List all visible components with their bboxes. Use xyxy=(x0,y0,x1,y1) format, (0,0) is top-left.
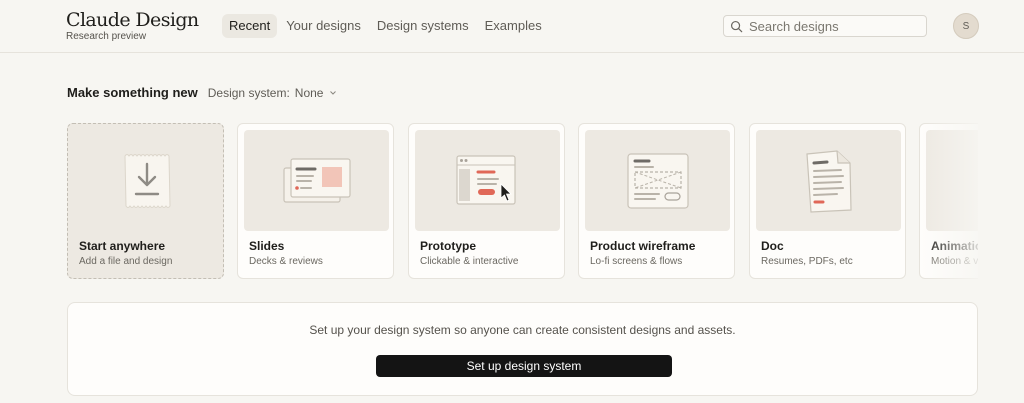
search-icon xyxy=(730,20,743,32)
design-system-label: Design system: xyxy=(207,85,290,100)
card-subtitle: Clickable & interactive xyxy=(420,256,519,267)
card-doc[interactable]: Doc Resumes, PDFs, etc xyxy=(749,123,906,279)
card-title: Animation xyxy=(931,239,978,253)
card-subtitle: Motion & video xyxy=(931,256,978,267)
design-system-dropdown[interactable]: Design system: None xyxy=(208,86,338,100)
animation-icon xyxy=(969,151,979,211)
card-subtitle: Lo-fi screens & flows xyxy=(590,256,683,267)
tab-recent[interactable]: Recent xyxy=(222,14,278,38)
design-system-setup-panel: Set up your design system so anyone can … xyxy=(67,302,978,396)
card-thumbnail xyxy=(756,130,901,231)
card-thumbnail xyxy=(585,130,730,231)
wireframe-icon xyxy=(626,152,689,209)
prototype-icon xyxy=(455,154,516,205)
card-title: Doc xyxy=(761,239,784,253)
avatar[interactable]: S xyxy=(953,13,979,39)
design-system-value: None xyxy=(294,85,324,100)
app-subtitle: Research preview xyxy=(66,31,147,42)
tab-your-designs[interactable]: Your designs xyxy=(279,14,368,38)
setup-message: Set up your design system so anyone can … xyxy=(309,323,736,337)
card-title: Slides xyxy=(249,239,285,253)
card-product-wireframe[interactable]: Product wireframe Lo-fi screens & flows xyxy=(578,123,735,279)
card-thumbnail xyxy=(244,130,389,231)
tab-design-systems[interactable]: Design systems xyxy=(370,14,476,38)
card-subtitle: Decks & reviews xyxy=(249,256,323,267)
tab-examples[interactable]: Examples xyxy=(478,14,549,38)
section-title: Make something new xyxy=(67,85,198,100)
card-title: Product wireframe xyxy=(590,239,696,253)
card-thumbnail xyxy=(74,130,219,231)
card-subtitle: Add a file and design xyxy=(79,256,173,267)
card-animation[interactable]: Animation Motion & video xyxy=(919,123,978,279)
top-bar: Claude Design Research preview Recent Yo… xyxy=(0,0,1024,53)
logo[interactable]: Claude Design Research preview xyxy=(66,9,199,43)
template-cards: Start anywhere Add a file and design Sli… xyxy=(0,123,978,280)
slides-icon xyxy=(282,157,351,203)
card-title: Start anywhere xyxy=(79,239,166,253)
app-title: Claude Design xyxy=(66,9,199,31)
card-prototype[interactable]: Prototype Clickable & interactive xyxy=(408,123,565,279)
search-box[interactable] xyxy=(723,15,927,37)
card-title: Prototype xyxy=(420,239,477,253)
card-thumbnail xyxy=(415,130,560,231)
card-start-anywhere[interactable]: Start anywhere Add a file and design xyxy=(67,123,224,279)
doc-icon xyxy=(805,149,852,213)
chevron-down-icon xyxy=(330,90,337,95)
search-input[interactable] xyxy=(749,18,919,34)
make-new-header: Make something new Design system: None xyxy=(67,85,337,100)
card-thumbnail xyxy=(926,130,978,231)
download-icon xyxy=(123,153,171,208)
setup-design-system-button[interactable]: Set up design system xyxy=(376,355,672,377)
card-subtitle: Resumes, PDFs, etc xyxy=(761,256,853,267)
main-nav: Recent Your designs Design systems Examp… xyxy=(222,14,549,38)
card-slides[interactable]: Slides Decks & reviews xyxy=(237,123,394,279)
